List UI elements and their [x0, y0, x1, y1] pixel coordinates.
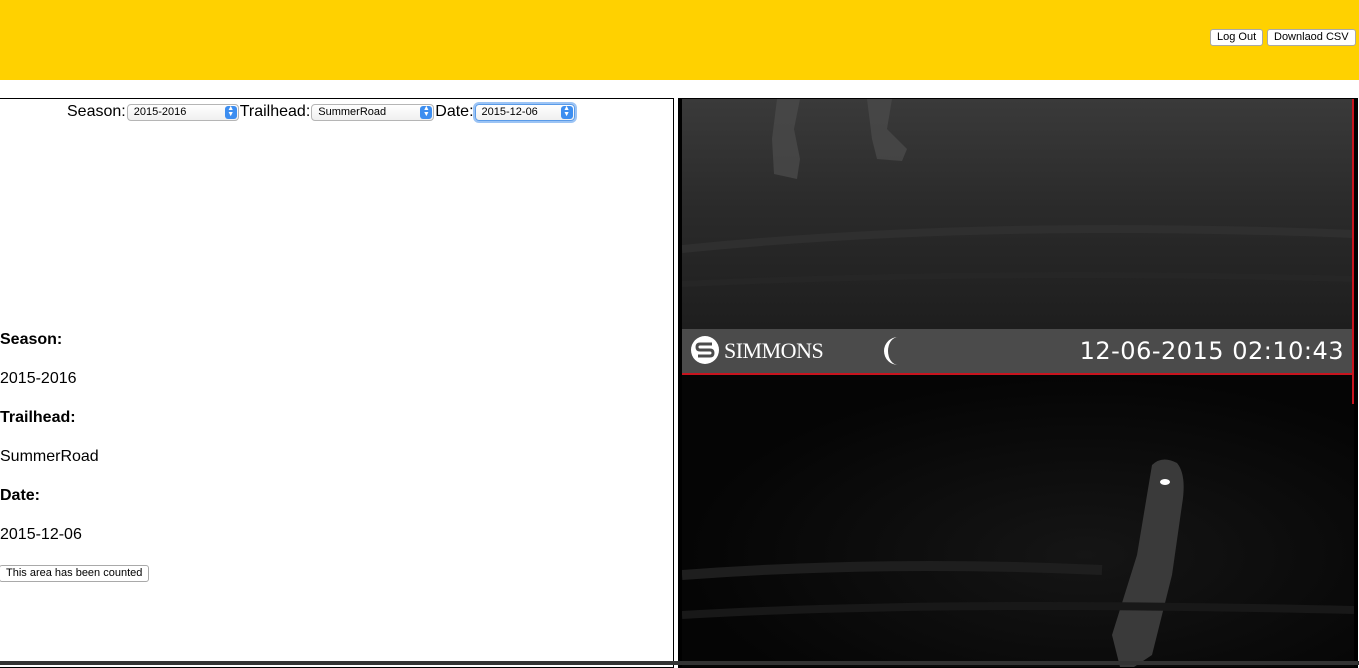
- camera-frame-bottom: [681, 375, 1355, 667]
- area-counted-button[interactable]: This area has been counted: [0, 565, 150, 582]
- season-filter-label: Season:: [67, 103, 126, 120]
- date-select-value: 2015-12-06: [481, 105, 538, 118]
- chevron-updown-icon: ▲ ▼: [224, 105, 237, 119]
- chevron-updown-icon: ▲ ▼: [420, 105, 433, 119]
- summary-trailhead-label: Trailhead:: [0, 409, 76, 426]
- camera-info-band: SIMMONS 12-06-2015 02:10:43: [682, 329, 1354, 375]
- trailhead-filter-label: Trailhead:: [239, 103, 311, 120]
- trailhead-select-value: SummerRoad: [318, 105, 387, 118]
- summary-date-label: Date:: [0, 487, 41, 504]
- camera-scene-bottom: [681, 459, 1355, 667]
- moon-phase-icon: [884, 337, 898, 365]
- header-bar: Log Out Downlaod CSV: [0, 0, 1359, 80]
- summary-season-label: Season:: [0, 331, 63, 348]
- summary-date-value: 2015-12-06: [0, 526, 82, 543]
- camera-image-panel: SIMMONS 12-06-2015 02:10:43: [678, 98, 1358, 668]
- trailhead-select[interactable]: SummerRoad ▲ ▼: [311, 103, 435, 121]
- summary-trailhead-value: SummerRoad: [0, 448, 99, 465]
- frame-divider-line: [1352, 99, 1354, 404]
- bottom-edge: [0, 661, 1359, 665]
- season-select[interactable]: 2015-2016 ▲ ▼: [126, 103, 239, 121]
- chevron-updown-icon: ▲ ▼: [560, 105, 573, 119]
- camera-brand: SIMMONS: [724, 338, 824, 363]
- logout-button[interactable]: Log Out: [1210, 29, 1264, 46]
- filter-panel: Season: 2015-2016 ▲ ▼ Trailhead: SummerRo…: [0, 98, 674, 668]
- simmons-logo-icon: [691, 336, 719, 364]
- download-csv-button[interactable]: Downlaod CSV: [1267, 29, 1356, 46]
- date-select[interactable]: 2015-12-06 ▲ ▼: [474, 103, 575, 121]
- camera-frame-top: [681, 99, 1355, 329]
- camera-scene-top: [681, 99, 1355, 287]
- filter-row: Season: 2015-2016 ▲ ▼ Trailhead: SummerRo…: [67, 102, 576, 122]
- date-filter-label: Date:: [435, 103, 474, 120]
- season-select-value: 2015-2016: [133, 105, 187, 118]
- selection-summary: Season: 2015-2016 Trailhead: SummerRoad …: [0, 329, 99, 563]
- camera-timestamp: 12-06-2015 02:10:43: [1079, 337, 1344, 365]
- summary-season-value: 2015-2016: [0, 370, 77, 387]
